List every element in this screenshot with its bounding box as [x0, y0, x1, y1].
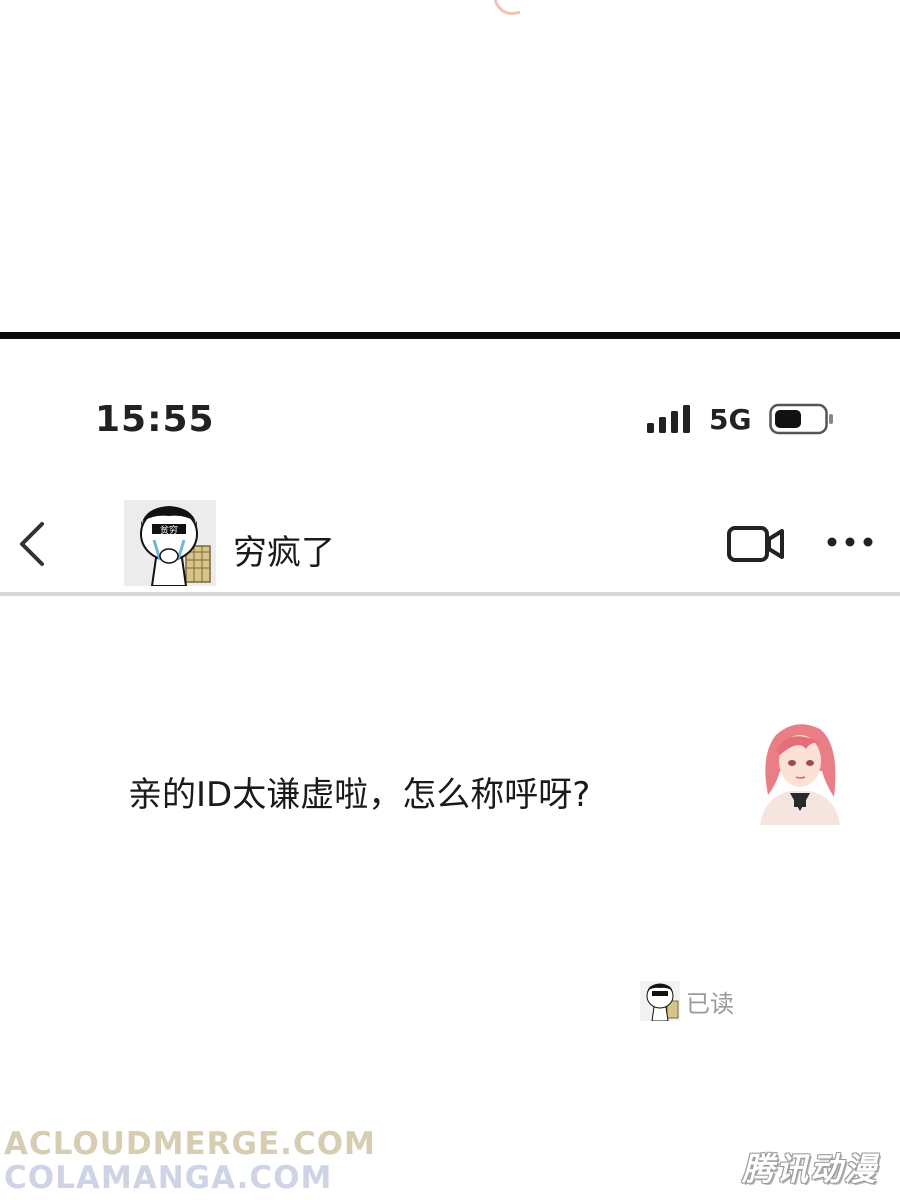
- brand-logo: 腾讯动漫: [742, 1150, 879, 1188]
- more-dots-icon[interactable]: [826, 535, 874, 549]
- message-text: 亲的ID太谦虚啦，怎么称呼呀?: [128, 775, 591, 815]
- reader-avatar: [640, 981, 680, 1021]
- contact-avatar[interactable]: 贫穷: [124, 500, 216, 586]
- sender-avatar[interactable]: [750, 715, 850, 825]
- message-row: 亲的ID太谦虚啦，怎么称呼呀?: [0, 715, 900, 835]
- panel-divider: [0, 332, 900, 339]
- video-camera-icon[interactable]: [727, 525, 785, 563]
- network-type-label: 5G: [709, 403, 752, 436]
- header-divider: [0, 592, 900, 596]
- watermark-line-1: ACLOUDMERGE.COM: [4, 1126, 376, 1162]
- battery-icon: [769, 403, 833, 435]
- chevron-left-icon[interactable]: [14, 520, 50, 568]
- read-status-label: 已读: [686, 990, 734, 1018]
- previous-panel-fragment: [493, 0, 521, 15]
- read-receipt: 已读: [640, 978, 760, 1024]
- status-bar: 15:55 5G: [0, 395, 900, 450]
- chat-header: 贫穷 穷疯了: [0, 495, 900, 595]
- contact-name[interactable]: 穷疯了: [233, 525, 335, 574]
- comic-page: 15:55 5G 贫穷 穷疯了 亲的ID太谦虚啦，怎么称呼呀? 已读 ACLOU…: [0, 0, 900, 1200]
- watermark-line-2: COLAMANGA.COM: [4, 1160, 333, 1196]
- signal-bars-icon: [647, 405, 690, 433]
- status-time: 15:55: [95, 399, 215, 440]
- avatar-caption: 贫穷: [160, 524, 178, 536]
